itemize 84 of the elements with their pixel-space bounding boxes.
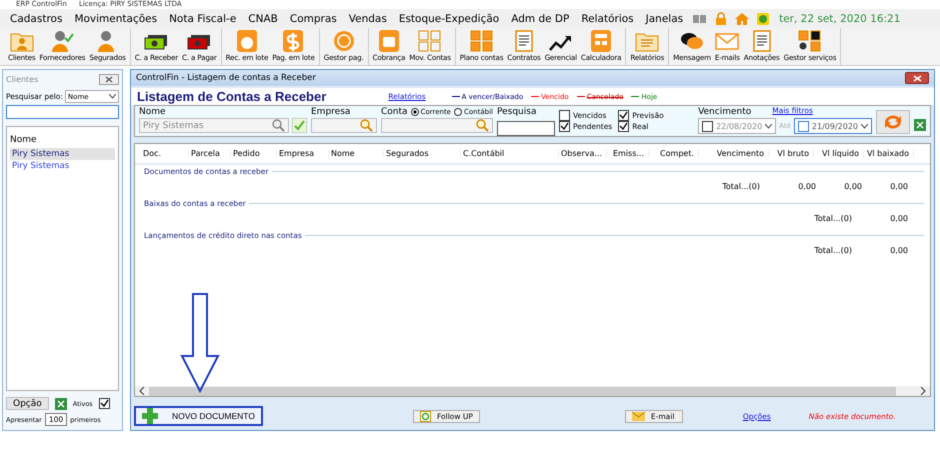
search-field[interactable] (497, 121, 555, 136)
checkmark-icon (560, 122, 569, 131)
date-from-picker[interactable]: 22/08/2020 (698, 118, 776, 134)
menu-item[interactable]: Nota Fiscal-e (163, 12, 242, 24)
search-field[interactable] (6, 105, 119, 119)
caret-icon (109, 94, 116, 99)
column-header[interactable]: Compet. (649, 149, 699, 158)
new-document-button[interactable]: NOVO DOCUMENTO (134, 406, 263, 426)
home-icon[interactable] (735, 12, 750, 24)
name-label: Nome (139, 107, 167, 117)
close-button[interactable] (905, 72, 929, 84)
menu-item[interactable]: Relatórios (575, 12, 640, 24)
date-checkbox[interactable] (798, 120, 809, 132)
column-header[interactable]: Observa... (559, 149, 607, 158)
total-label: Total...(0) (814, 214, 852, 223)
column-header[interactable]: Nome (329, 149, 384, 158)
column-header[interactable]: Segurados (384, 149, 461, 158)
total-value: 0,00 (843, 182, 862, 191)
window-title: ControlFin - Listagem de contas a Receber (136, 73, 316, 83)
panel-title: Clientes (6, 74, 38, 84)
menu-item[interactable]: Compras (284, 12, 343, 24)
menu-item[interactable]: Janelas (640, 12, 690, 24)
search-icon[interactable] (272, 119, 285, 132)
date-checkbox[interactable] (702, 120, 714, 132)
column-header[interactable]: Vl líquido (814, 149, 864, 158)
menu-item[interactable]: Estoque-Expedição (392, 12, 506, 24)
chat-icon (680, 30, 704, 52)
menu-item[interactable]: CNAB (242, 12, 284, 24)
total-label: Total...(0) (722, 182, 760, 191)
envelope-icon (632, 412, 645, 420)
column-header[interactable]: Parcela (189, 149, 231, 158)
column-header[interactable]: C.Contábil (461, 149, 559, 158)
squares-gear-icon (798, 30, 822, 52)
column-header: Nome (10, 134, 38, 147)
caret-icon (765, 124, 772, 128)
menu-item[interactable]: Movimentações (68, 12, 164, 24)
column-header[interactable]: Pedido (231, 149, 277, 158)
checkmark-icon (100, 399, 109, 408)
menu-item[interactable]: Cadastros (4, 12, 68, 24)
active-checkbox[interactable] (98, 398, 110, 409)
close-button[interactable] (99, 74, 119, 84)
company-field[interactable] (311, 118, 377, 133)
plus-icon (142, 408, 158, 424)
total-value: 0,00 (889, 246, 908, 255)
horizontal-scrollbar[interactable] (135, 386, 930, 396)
scroll-left-icon[interactable] (139, 387, 145, 395)
close-icon (912, 74, 922, 82)
scroll-right-icon[interactable] (920, 387, 926, 395)
column-header[interactable]: Vl baixado (864, 149, 914, 158)
total-value: 0,00 (889, 182, 908, 191)
account-label: Conta (381, 107, 408, 117)
spreadsheet-icon[interactable] (54, 398, 67, 410)
column-header[interactable]: Doc. (141, 149, 189, 158)
boxes-icon (418, 30, 442, 52)
total-label: Total...(0) (814, 246, 852, 255)
column-header[interactable]: Vl bruto (769, 149, 814, 158)
column-header[interactable]: Emiss... (607, 149, 649, 158)
date-time-text: ter, 22 set, 2020 16:21 (779, 12, 900, 24)
caret-icon (861, 124, 868, 128)
page-heading: Listagem de Contas a Receber (137, 89, 326, 104)
search-icon[interactable] (476, 119, 489, 132)
total-value: 0,00 (797, 182, 816, 191)
client-row[interactable]: Piry Sistemas (10, 148, 115, 160)
option-button[interactable]: Opção (6, 397, 49, 410)
search-label: Pesquisa (497, 107, 538, 117)
account-field[interactable] (381, 118, 493, 133)
total-value: 0,00 (889, 214, 908, 223)
menu-item[interactable]: Vendas (342, 12, 393, 24)
spreadsheet-icon[interactable] (914, 119, 926, 131)
menu-item[interactable]: Adm de DP (505, 12, 576, 24)
due-label: Vencimento (698, 107, 752, 117)
column-header[interactable]: Empresa (277, 149, 329, 158)
refresh-button[interactable] (876, 110, 910, 134)
check-icon[interactable] (292, 118, 307, 133)
lock-icon[interactable] (715, 12, 728, 25)
refresh-icon (882, 113, 904, 131)
date-to-picker[interactable]: 21/09/2020 (794, 118, 872, 134)
column-header[interactable]: Vencimento (699, 149, 769, 158)
company-label: Empresa (311, 107, 352, 117)
barcode-icon[interactable] (693, 12, 708, 24)
client-row[interactable]: Piry Sistemas (10, 160, 115, 172)
close-icon (105, 76, 113, 82)
search-icon[interactable] (360, 119, 373, 132)
person-check-icon (50, 30, 74, 52)
